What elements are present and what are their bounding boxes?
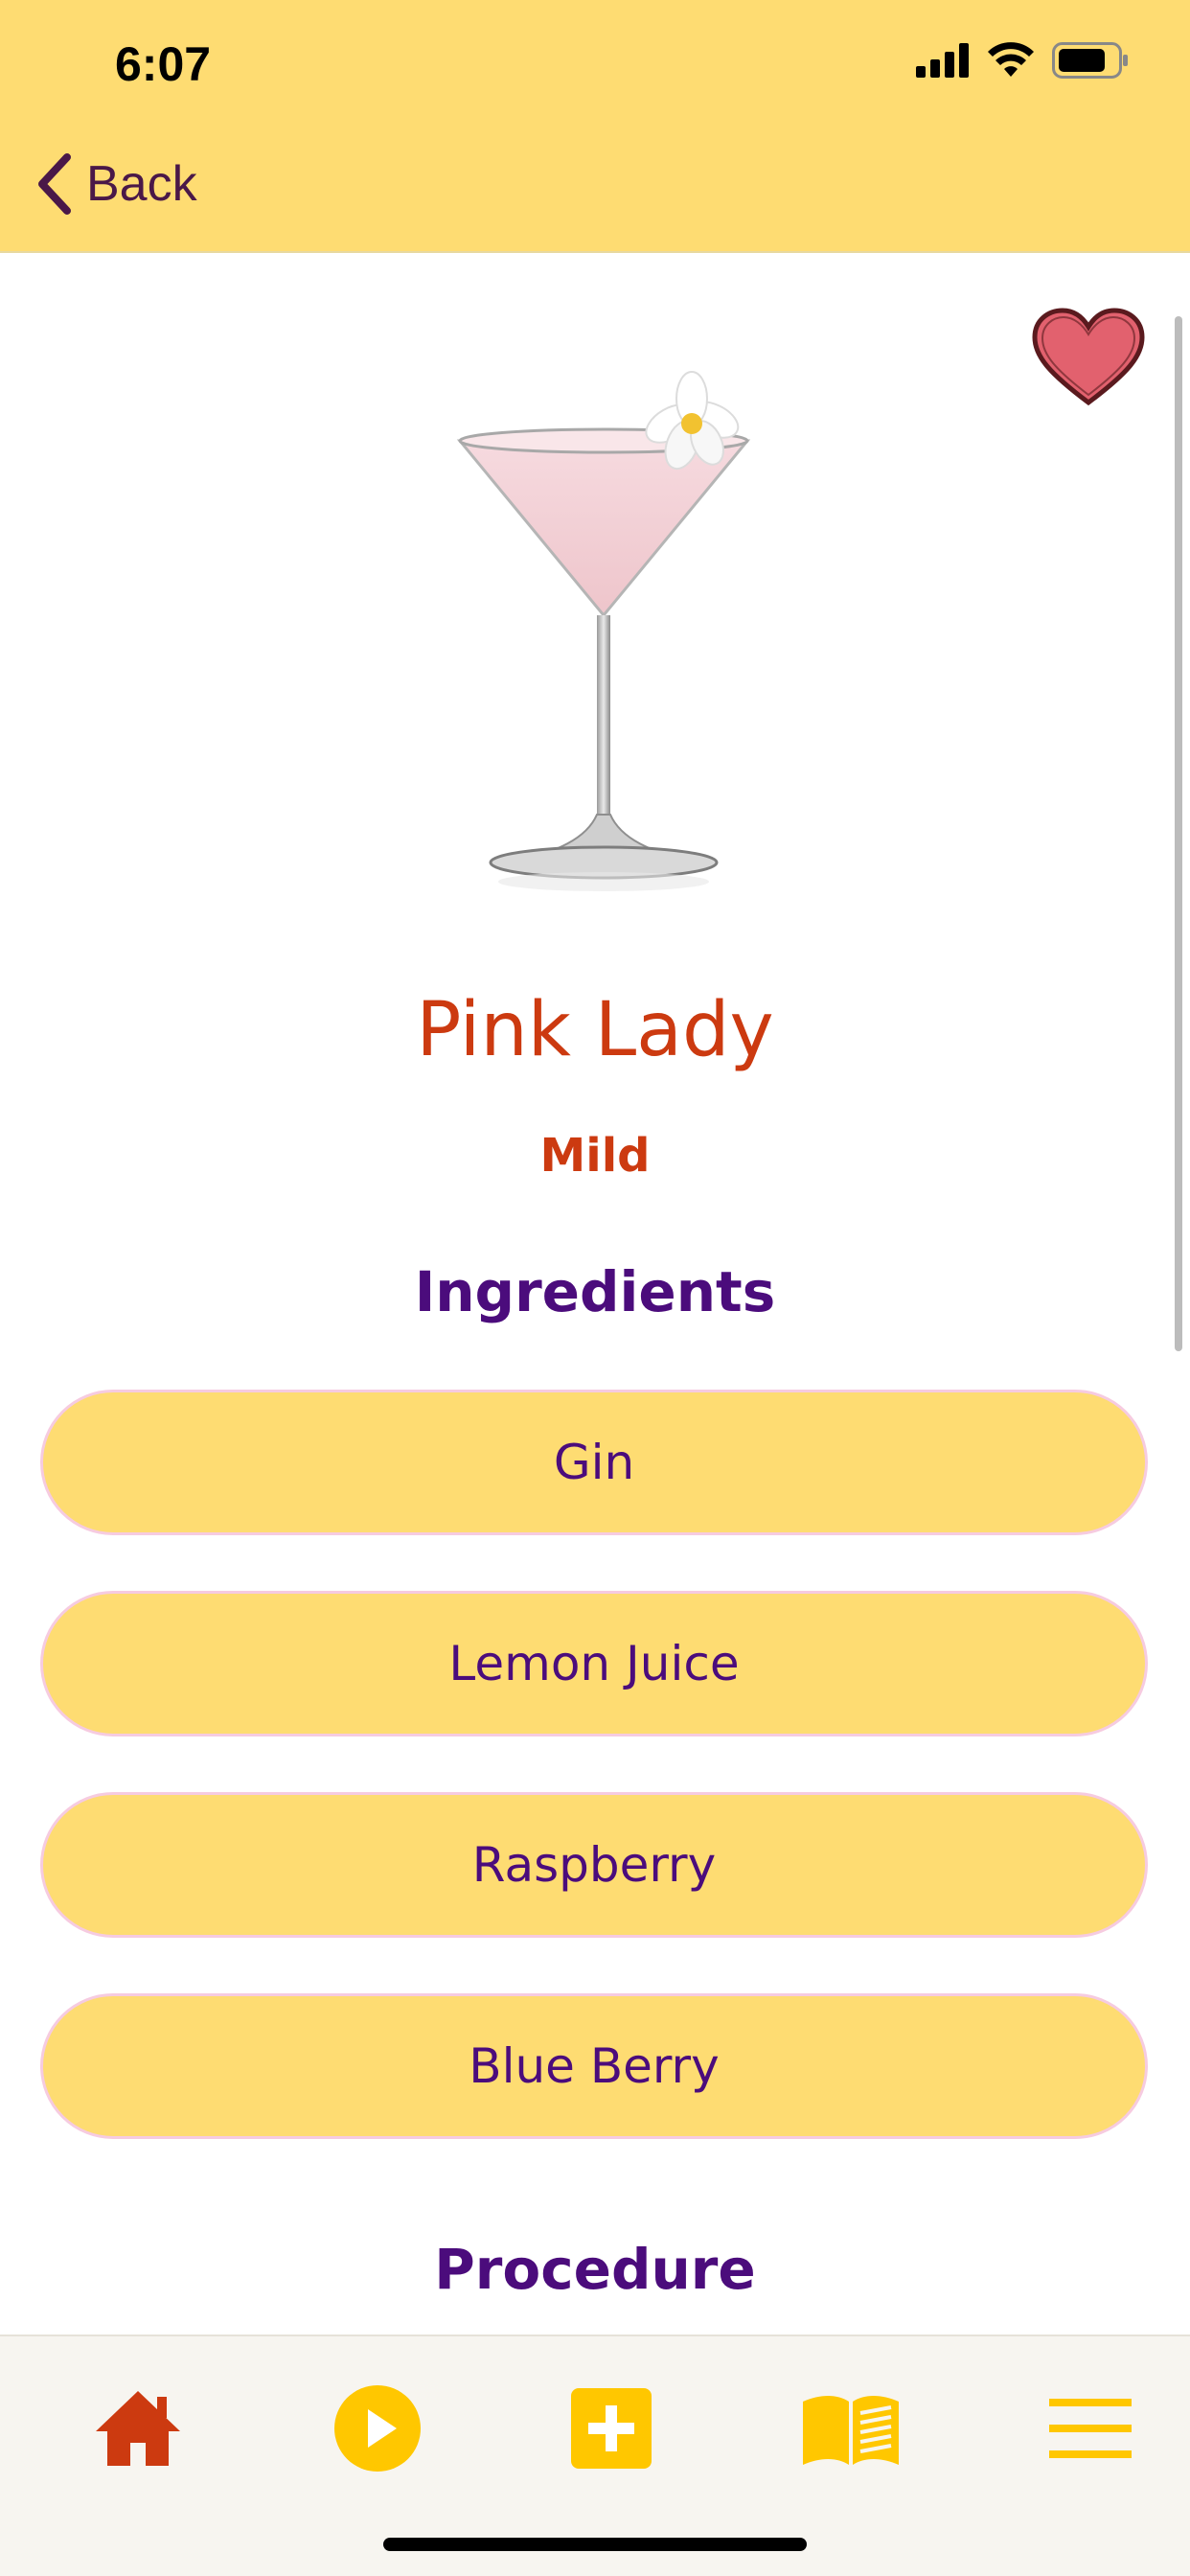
wifi-icon [988,42,1034,77]
procedure-heading: Procedure [434,2237,756,2302]
tab-add[interactable] [554,2371,669,2486]
tab-recipes[interactable] [793,2371,908,2486]
chevron-left-icon [38,153,71,215]
ingredient-item[interactable]: Raspberry [40,1792,1148,1938]
scrollbar[interactable] [1175,316,1182,1351]
tab-home[interactable] [80,2371,195,2486]
nav-header: 6:07 Back [0,0,1190,253]
cocktail-image [441,364,767,943]
back-button[interactable]: Back [34,153,197,215]
ingredient-item[interactable]: Blue Berry [40,1993,1148,2139]
tab-play[interactable] [320,2371,435,2486]
heart-icon [1032,308,1145,406]
battery-icon [1052,42,1128,79]
home-icon [96,2391,180,2466]
drink-title: Pink Lady [416,987,774,1073]
play-icon [334,2385,421,2472]
ingredient-item[interactable]: Gin [40,1390,1148,1535]
book-icon [803,2396,899,2465]
home-indicator [383,2538,807,2551]
back-label: Back [86,156,197,212]
status-icons [916,42,1129,79]
menu-icon [1049,2399,1132,2458]
favorite-button[interactable] [1031,307,1146,412]
drink-strength: Mild [539,1129,651,1183]
cellular-signal-icon [916,43,969,78]
tab-menu[interactable] [1033,2371,1148,2486]
add-icon [571,2388,652,2469]
ingredients-heading: Ingredients [414,1259,776,1324]
status-time: 6:07 [115,37,212,91]
ingredient-item[interactable]: Lemon Juice [40,1591,1148,1736]
